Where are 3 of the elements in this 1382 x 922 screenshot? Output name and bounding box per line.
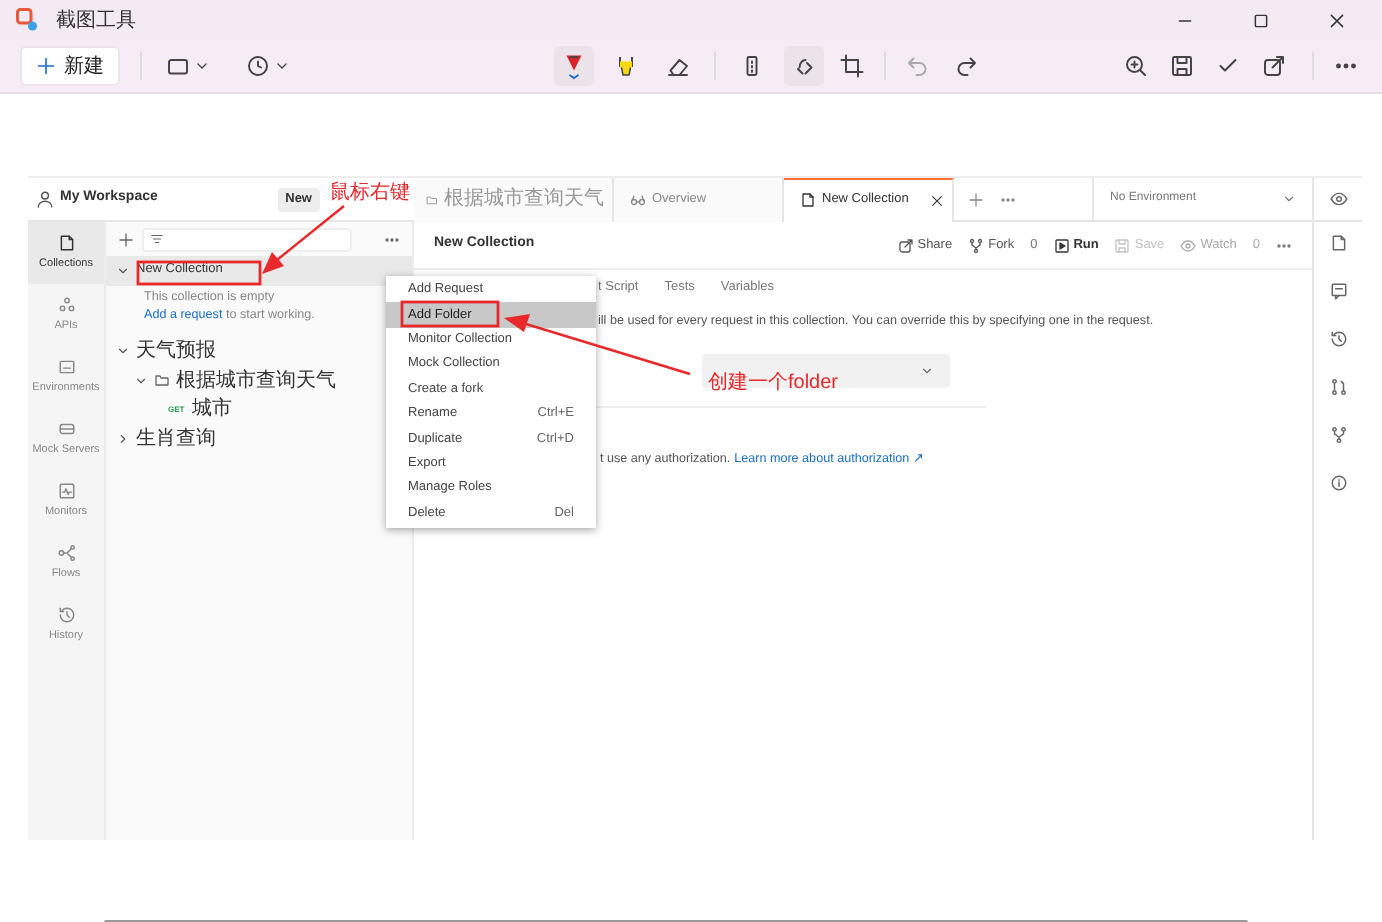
annotation-text: 鼠标右键 (330, 182, 410, 206)
annotation-text: 创建一个folder (708, 372, 839, 396)
window-title: 截图工具 (56, 7, 136, 35)
